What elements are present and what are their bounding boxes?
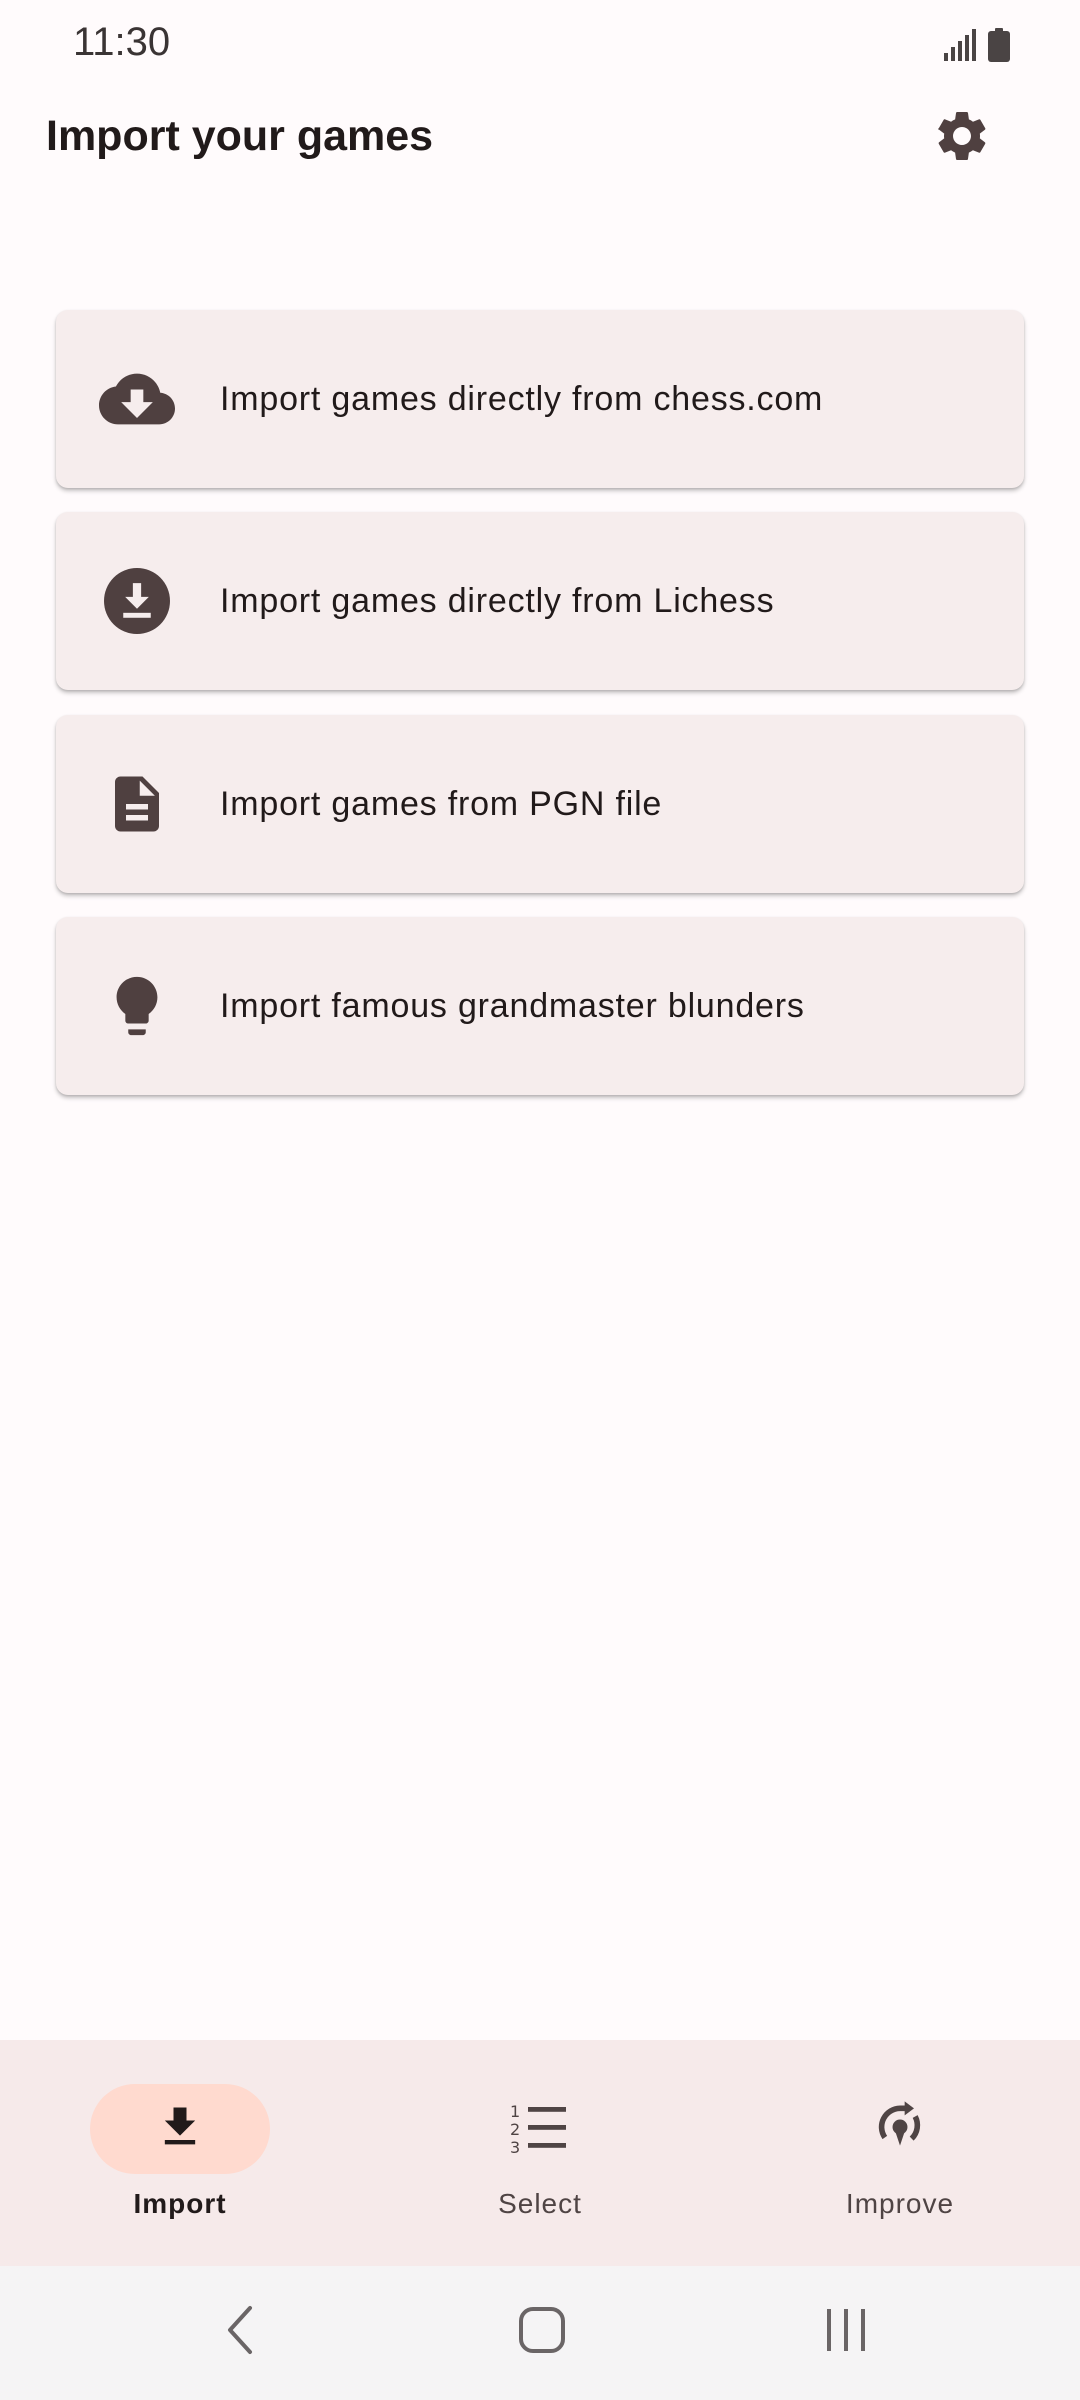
recents-icon [821,2305,871,2360]
gear-icon [932,106,992,171]
svg-text:1: 1 [510,2102,520,2121]
import-option-label: Import games directly from chess.com [220,379,824,418]
nav-active-indicator [90,2084,270,2174]
lightbulb-icon [97,966,177,1046]
nav-item-improve[interactable]: Improve [720,2040,1080,2266]
download-icon [154,2101,206,2158]
system-navigation-bar [0,2266,1080,2400]
import-pgn-card[interactable]: Import games from PGN file [56,715,1024,893]
import-chesscom-card[interactable]: Import games directly from chess.com [56,310,1024,488]
page-title: Import your games [46,112,434,160]
bottom-navigation: Import 1 2 3 Select Improve [0,2040,1080,2266]
download-circle-icon [97,561,177,641]
numbered-list-icon: 1 2 3 [510,2101,570,2158]
nav-item-select[interactable]: 1 2 3 Select [360,2040,720,2266]
nav-label-import: Import [133,2188,227,2219]
app-bar: Import your games [0,90,1080,186]
status-icons [944,28,1010,67]
back-button[interactable] [200,2296,280,2368]
battery-icon [988,28,1010,67]
cloud-download-icon [97,359,177,439]
back-icon [220,2302,260,2363]
svg-text:2: 2 [510,2120,520,2139]
status-bar: 11:30 [0,0,1080,90]
nav-indicator: 1 2 3 [450,2084,630,2174]
import-blunders-card[interactable]: Import famous grandmaster blunders [56,917,1024,1095]
nav-label-select: Select [498,2188,582,2219]
import-option-label: Import famous grandmaster blunders [220,986,805,1025]
rotate-target-icon [872,2099,928,2160]
home-icon [517,2305,567,2360]
status-time: 11:30 [73,20,171,64]
import-option-label: Import games directly from Lichess [220,581,775,620]
nav-label-improve: Improve [845,2188,955,2219]
document-icon [97,764,177,844]
svg-text:3: 3 [510,2138,520,2153]
recents-button[interactable] [806,2296,886,2368]
import-option-label: Import games from PGN file [220,784,663,823]
import-lichess-card[interactable]: Import games directly from Lichess [56,512,1024,690]
settings-button[interactable] [928,104,996,172]
nav-indicator [810,2084,990,2174]
home-button[interactable] [502,2296,582,2368]
nav-item-import[interactable]: Import [0,2040,360,2266]
signal-icon [944,29,978,66]
